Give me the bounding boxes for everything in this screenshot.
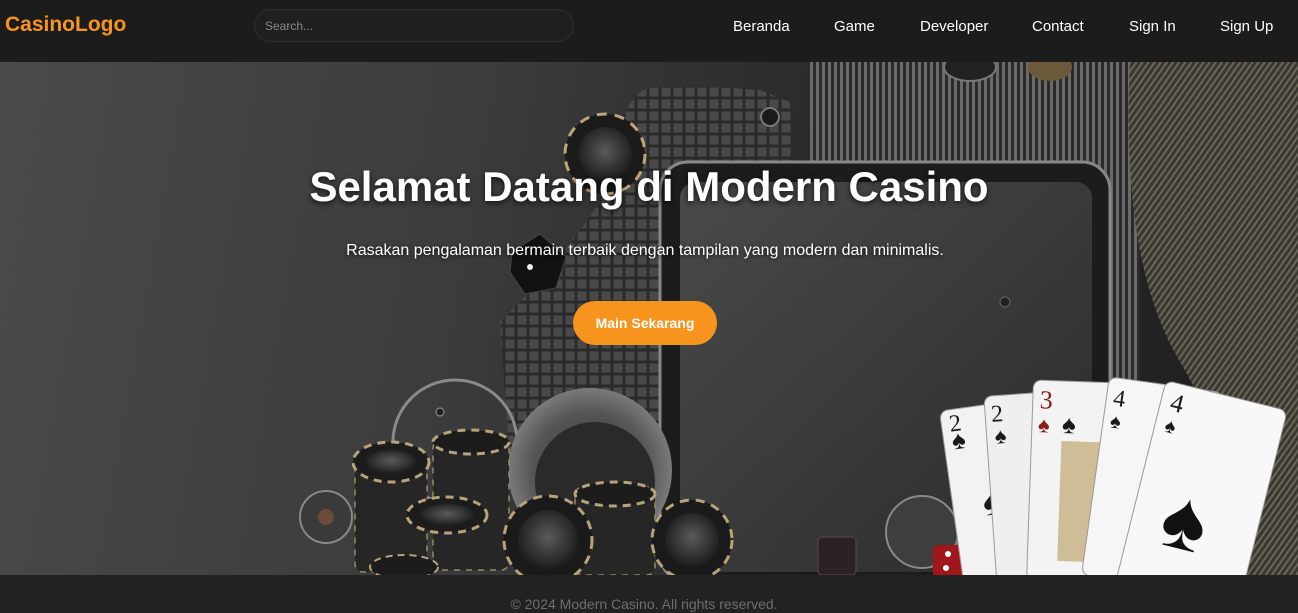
svg-text:♠: ♠ bbox=[1061, 410, 1076, 439]
top-navbar: CasinoLogo Beranda Game Developer Contac… bbox=[0, 0, 1298, 62]
main-nav: Beranda Game Developer Contact Sign In S… bbox=[0, 18, 1298, 38]
svg-text:♠: ♠ bbox=[994, 423, 1008, 449]
nav-link-beranda[interactable]: Beranda bbox=[733, 18, 790, 35]
hero-title: Selamat Datang di Modern Casino bbox=[309, 163, 989, 210]
nav-link-developer[interactable]: Developer bbox=[920, 18, 988, 35]
footer: © 2024 Modern Casino. All rights reserve… bbox=[0, 575, 1298, 613]
nav-link-game[interactable]: Game bbox=[834, 18, 875, 35]
svg-text:♠: ♠ bbox=[1038, 412, 1051, 437]
play-now-button[interactable]: Main Sekarang bbox=[573, 301, 717, 345]
hero-subtitle: Rasakan pengalaman bermain terbaik denga… bbox=[346, 242, 944, 259]
nav-link-contact[interactable]: Contact bbox=[1032, 18, 1084, 35]
nav-link-sign-up[interactable]: Sign Up bbox=[1220, 18, 1273, 35]
playing-cards-illustration: ♠ 2 ♠ 2 ♠ 3 ♠ ♠ 4 ♠ 4 ♠ ♠ bbox=[940, 377, 1287, 575]
hero-section: ♠ 2 ♠ 2 ♠ 3 ♠ ♠ 4 ♠ 4 ♠ ♠ Selamat Datang… bbox=[0, 62, 1298, 575]
nav-link-sign-in[interactable]: Sign In bbox=[1129, 18, 1176, 35]
footer-copyright: © 2024 Modern Casino. All rights reserve… bbox=[510, 596, 778, 612]
card-rank: 3 bbox=[1039, 385, 1053, 414]
